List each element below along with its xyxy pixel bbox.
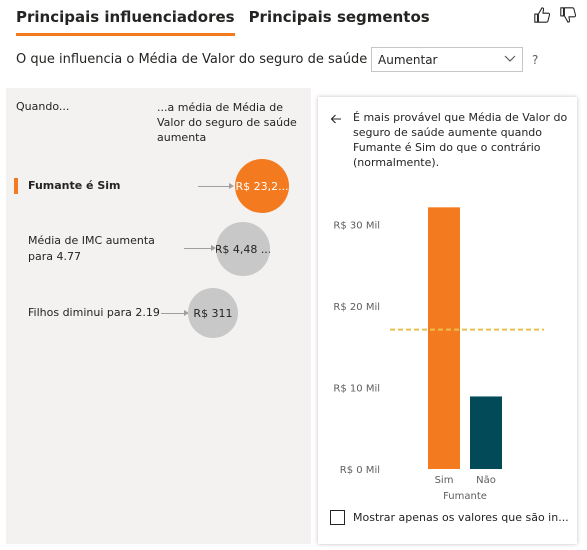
tab-top-segments[interactable]: Principais segmentos — [249, 6, 430, 36]
tab-key-influencers[interactable]: Principais influenciadores — [16, 6, 235, 36]
x-tick-label: Não — [476, 475, 496, 486]
question-label: O que influencia o Média de Valor do seg… — [16, 52, 380, 67]
x-tick-label: Sim — [435, 475, 454, 486]
x-axis-label: Fumante — [443, 491, 487, 502]
influencer-row-bmi[interactable]: Média de IMC aumenta para 4.77 R$ 4,48 .… — [6, 220, 311, 276]
y-tick-label: R$ 10 Mil — [333, 383, 380, 394]
tab-bar: Principais influenciadores Principais se… — [16, 6, 430, 36]
influencers-panel: Quando... ...a média de Média de Valor d… — [6, 88, 311, 544]
selected-marker — [14, 178, 18, 194]
checkbox[interactable] — [330, 510, 345, 525]
influencer-label: Fumante é Sim — [28, 179, 121, 192]
feedback-buttons — [533, 6, 577, 24]
thumbs-up-icon[interactable] — [533, 6, 551, 24]
y-tick-label: R$ 30 Mil — [333, 220, 380, 231]
explanation-text: É mais provável que Média de Valor do se… — [353, 111, 568, 169]
y-tick-label: R$ 0 Mil — [340, 465, 380, 476]
column-header-when: Quando... — [16, 100, 70, 113]
influencer-row-children[interactable]: Filhos diminui para 2.19 R$ 311 — [6, 287, 311, 339]
influence-bubble[interactable]: R$ 23,2... — [235, 159, 289, 213]
detail-panel: É mais provável que Média de Valor do se… — [318, 97, 577, 544]
arrow-line — [184, 248, 212, 249]
back-arrow-icon[interactable] — [330, 113, 342, 125]
detail-bar-chart: R$ 0 Mil R$ 10 Mil R$ 20 Mil R$ 30 Mil Sim Nã… — [333, 207, 544, 502]
chevron-down-icon — [504, 55, 516, 62]
arrow-head — [229, 183, 234, 189]
column-header-average: ...a média de Média de Valor do seguro d… — [157, 101, 297, 144]
checkbox-label: Mostrar apenas os valores que são in... — [353, 511, 569, 524]
influencer-row-smoker[interactable]: Fumante é Sim R$ 23,2... — [6, 158, 311, 214]
influence-bubble[interactable]: R$ 311 — [188, 288, 238, 338]
dropdown-value: Aumentar — [378, 53, 438, 67]
influencer-label: Filhos diminui para 2.19 — [28, 306, 160, 319]
arrow-line — [198, 186, 230, 187]
direction-dropdown[interactable]: Aumentar — [371, 47, 523, 72]
arrow-line — [161, 313, 185, 314]
bar-sim — [428, 207, 460, 469]
show-only-influencers-option[interactable]: Mostrar apenas os valores que são in... — [330, 510, 569, 525]
help-icon[interactable]: ? — [532, 53, 538, 67]
bar-não — [470, 396, 502, 469]
y-tick-label: R$ 20 Mil — [333, 302, 380, 313]
thumbs-down-icon[interactable] — [559, 6, 577, 24]
influencer-label: Média de IMC aumenta para 4.77 — [28, 234, 155, 263]
influence-bubble[interactable]: R$ 4,48 ... — [216, 222, 270, 276]
